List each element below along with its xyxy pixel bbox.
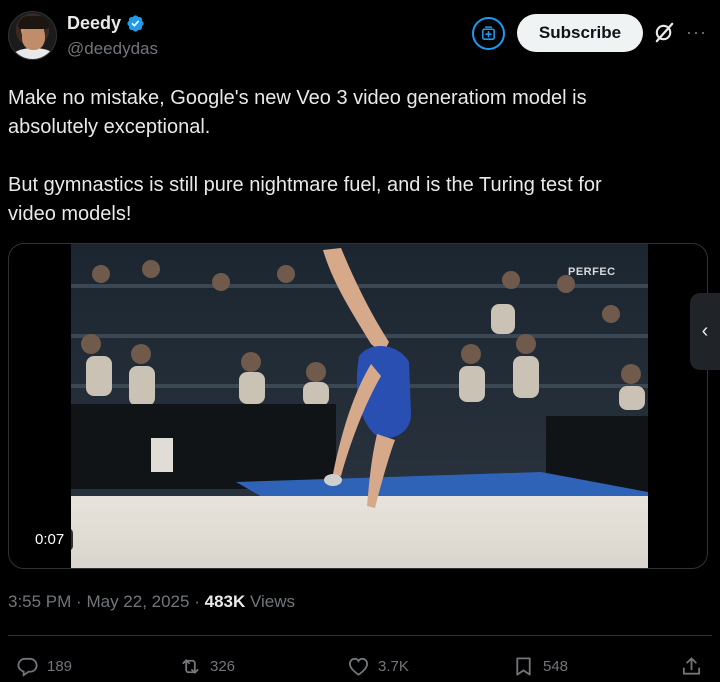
- repost-count: 326: [210, 657, 236, 675]
- bookmark-count: 548: [543, 657, 569, 675]
- like-count: 3.7K: [378, 657, 409, 675]
- video-player[interactable]: PERFEC 0:07: [8, 243, 708, 569]
- reply-count: 189: [47, 657, 73, 675]
- author-display-name[interactable]: Deedy: [67, 13, 121, 34]
- heart-icon: [348, 657, 369, 676]
- tweet-time[interactable]: 3:55 PM: [8, 592, 71, 611]
- video-frame[interactable]: PERFEC: [71, 244, 648, 568]
- repost-icon: [182, 658, 199, 674]
- video-overlay-text: PERFEC: [568, 266, 616, 278]
- grok-icon[interactable]: [653, 21, 676, 44]
- bookmark-icon: [516, 656, 531, 676]
- tweet-date[interactable]: May 22, 2025: [86, 592, 189, 611]
- more-icon[interactable]: ···: [686, 22, 707, 43]
- subscriptions-icon[interactable]: [472, 17, 505, 50]
- views-count: 483K: [204, 592, 246, 611]
- subscribe-button[interactable]: Subscribe: [517, 14, 643, 52]
- avatar[interactable]: [8, 11, 57, 60]
- bookmark-button[interactable]: 548: [512, 654, 568, 678]
- meta-separator: ·: [76, 592, 82, 611]
- share-button[interactable]: [680, 654, 703, 678]
- views-label: Views: [249, 592, 296, 611]
- author-name-row: Deedy: [67, 13, 145, 34]
- reply-button[interactable]: 189: [16, 654, 72, 678]
- share-icon: [682, 656, 701, 675]
- tweet-meta: 3:55 PM · May 22, 2025 · 483K Views: [8, 592, 295, 612]
- repost-button[interactable]: 326: [179, 654, 235, 678]
- like-button[interactable]: 3.7K: [347, 654, 409, 678]
- chevron-left-icon[interactable]: ‹: [690, 293, 720, 370]
- divider: [8, 635, 712, 636]
- verified-badge-icon[interactable]: [126, 14, 145, 33]
- reply-icon: [17, 657, 38, 677]
- author-handle[interactable]: @deedydas: [67, 39, 158, 59]
- tweet-text: Make no mistake, Google's new Veo 3 vide…: [8, 87, 602, 225]
- tweet-header: Deedy @deedydas Subscribe ···: [0, 0, 720, 64]
- meta-separator-2: ·: [194, 592, 200, 611]
- video-duration-badge: 0:07: [26, 528, 74, 551]
